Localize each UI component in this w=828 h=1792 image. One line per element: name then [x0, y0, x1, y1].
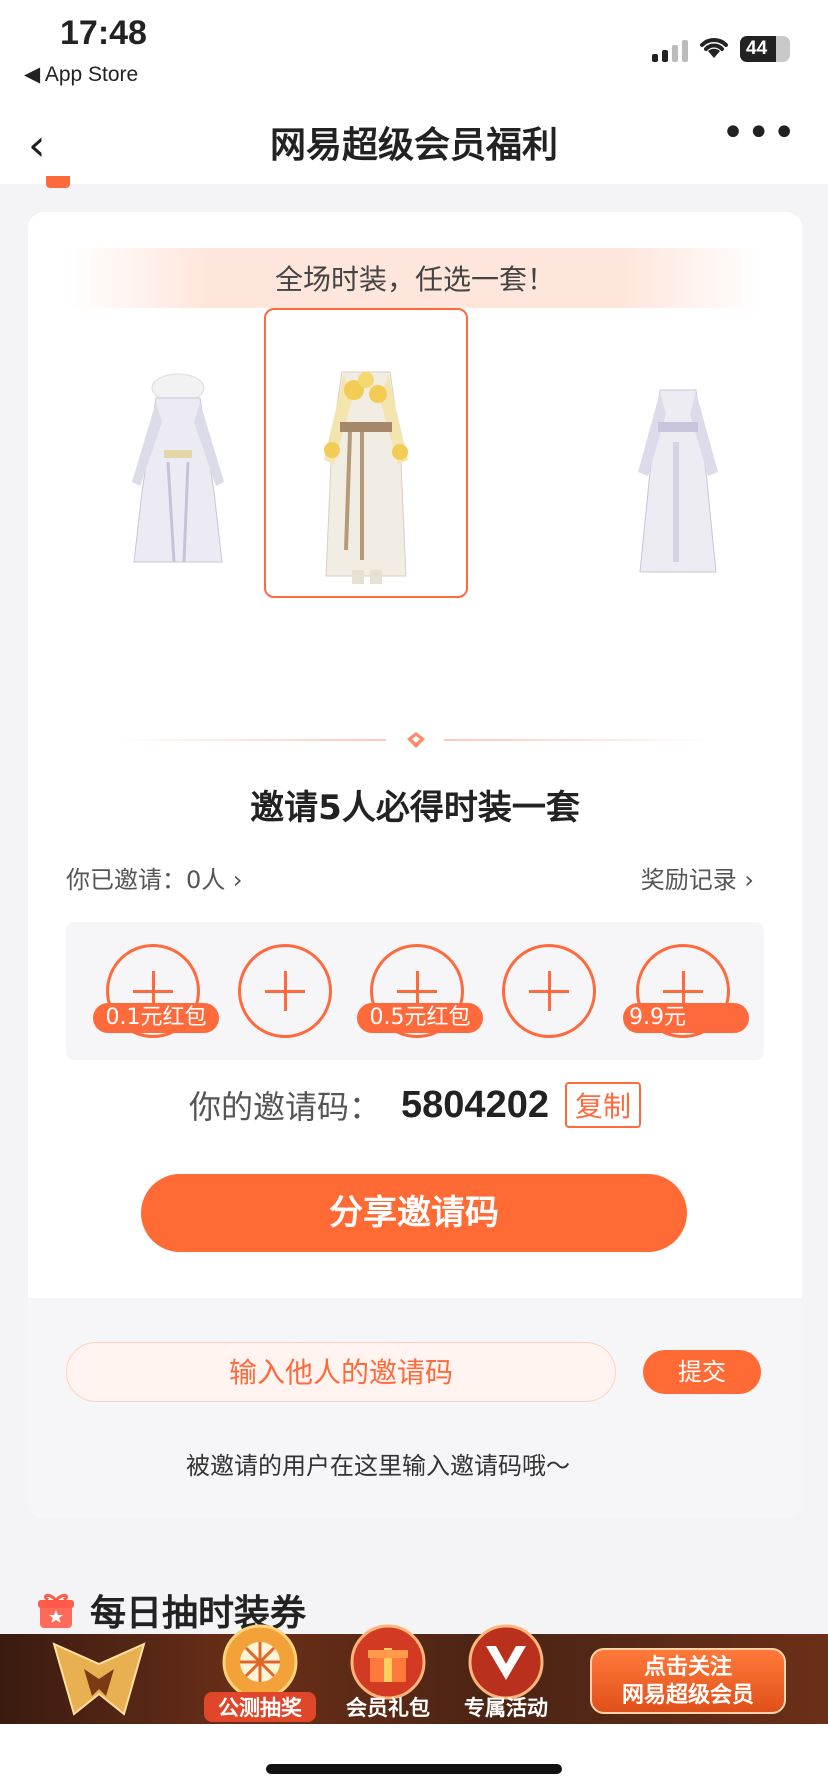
invite-slot-2[interactable]: [238, 944, 332, 1038]
reward-tag: 9.9元: [623, 1003, 749, 1033]
outfit-option-3[interactable]: [618, 362, 738, 582]
follow-membership-button[interactable]: 点击关注 网易超级会员: [590, 1648, 786, 1714]
signal-icon: [652, 40, 688, 62]
outfit-option-2-selected[interactable]: [264, 308, 468, 598]
wheel-icon: [222, 1624, 298, 1700]
reward-tag: 0.1元红包: [93, 1003, 219, 1033]
diamond-icon: [407, 732, 425, 748]
clock: 17:48: [60, 14, 147, 52]
member-gift-pack-button[interactable]: 会员礼包: [338, 1624, 438, 1724]
more-options-icon[interactable]: •••: [721, 110, 798, 156]
home-indicator[interactable]: [266, 1764, 562, 1774]
invite-code-value: 5804202: [401, 1083, 549, 1126]
invite-slot-4[interactable]: [502, 944, 596, 1038]
back-to-app-store-link[interactable]: ◀ App Store: [24, 62, 138, 87]
battery-level: 44: [746, 38, 768, 59]
battery-icon: 44: [740, 36, 790, 62]
section-header-clipped: [46, 176, 346, 190]
gift-box-icon: [350, 1624, 426, 1700]
promo-bottom-bar: 公测抽奖 会员礼包 专属活动 点击关注 网易超级会员: [0, 1624, 828, 1724]
reward-record-link[interactable]: 奖励记录 ›: [641, 860, 754, 895]
invite-code-input[interactable]: [66, 1342, 616, 1402]
submit-button[interactable]: 提交: [643, 1350, 761, 1394]
page-title: 网易超级会员福利: [269, 125, 558, 166]
reward-tag: 0.5元红包: [357, 1003, 483, 1033]
public-test-lottery-button[interactable]: 公测抽奖: [204, 1624, 316, 1724]
v-badge-icon: [468, 1624, 544, 1700]
outfit-image: [324, 371, 408, 584]
my-invite-code-row: 你的邀请码： 5804202 复制: [28, 1082, 802, 1128]
follow-line-2: 网易超级会员: [621, 1683, 754, 1708]
nav-bar: ‹ 网易超级会员福利 •••: [0, 100, 828, 184]
invite-slots: 0.1元红包 0.5元红包 9.9元: [66, 922, 764, 1060]
outfit-option-1[interactable]: [118, 362, 238, 572]
input-hint: 被邀请的用户在这里输入邀请码哦～: [186, 1452, 570, 1480]
share-invite-code-button[interactable]: 分享邀请码: [141, 1174, 687, 1252]
invite-goal-title: 邀请5人必得时装一套: [250, 788, 580, 828]
invite-code-label: 你的邀请码：: [189, 1088, 382, 1126]
exclusive-activity-button[interactable]: 专属活动: [456, 1624, 556, 1724]
copy-button[interactable]: 复制: [564, 1082, 641, 1128]
decorative-divider: [116, 730, 714, 750]
page-bottom-area: [0, 1724, 828, 1792]
netease-logo-icon: [52, 1642, 146, 1716]
invite-slot-5[interactable]: 9.9元: [623, 944, 749, 1038]
promo-banner: 全场时装，任选一套！: [68, 248, 762, 308]
bottom-item-label: 会员礼包: [346, 1696, 430, 1720]
status-bar: 17:48 ◀ App Store 44: [0, 0, 828, 100]
bottom-item-label: 专属活动: [464, 1696, 548, 1720]
invite-slot-3[interactable]: 0.5元红包: [357, 944, 483, 1038]
invite-slot-1[interactable]: 0.1元红包: [93, 944, 219, 1038]
gift-icon: [46, 176, 70, 188]
wifi-icon: [700, 38, 728, 58]
gift-icon: [38, 1593, 74, 1628]
bottom-item-label: 公测抽奖: [204, 1692, 316, 1722]
invited-count[interactable]: 你已邀请：0人 ›: [66, 860, 243, 895]
follow-line-1: 点击关注: [643, 1655, 732, 1680]
enter-code-section: 提交 被邀请的用户在这里输入邀请码哦～: [28, 1298, 802, 1518]
invite-card: 全场时装，任选一套！ 邀请5人必得时装一套 你已邀请：0人 › 奖励记录 › 0…: [28, 212, 802, 1518]
